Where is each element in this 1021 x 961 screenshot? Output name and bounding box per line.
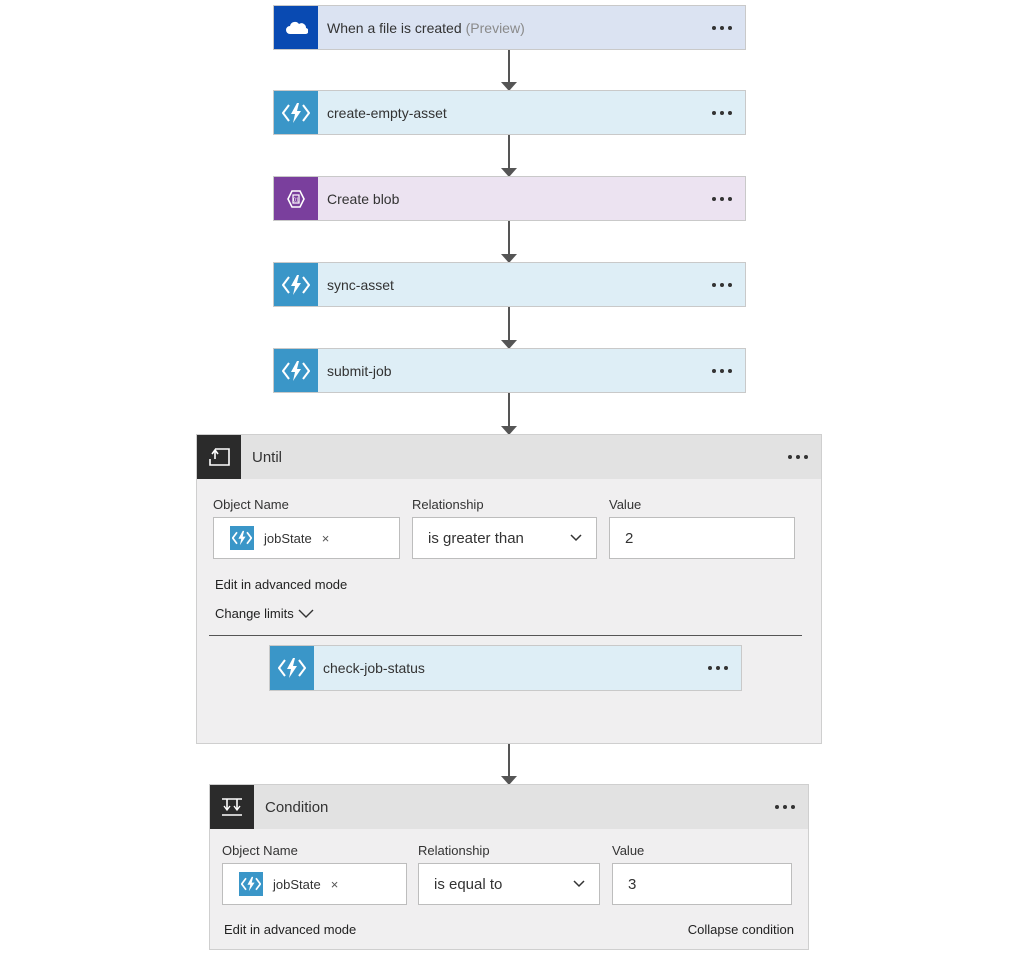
step-submit-job[interactable]: submit-job [273, 348, 746, 393]
trigger-more-button[interactable] [699, 6, 745, 49]
edit-advanced-link[interactable]: Edit in advanced mode [224, 922, 356, 937]
trigger-title: When a file is created [327, 19, 462, 36]
svg-text:01: 01 [293, 197, 299, 203]
token-label: jobState [264, 530, 312, 546]
value-text: 3 [628, 875, 637, 893]
onedrive-cloud-icon [274, 6, 318, 49]
chevron-down-icon [573, 880, 585, 888]
value-text: 2 [625, 529, 634, 547]
scope-divider [209, 635, 802, 636]
jobstate-token: jobState × [239, 872, 338, 896]
step-create-empty-asset[interactable]: create-empty-asset [273, 90, 746, 135]
value-label: Value [609, 497, 642, 512]
until-header[interactable]: Until [197, 435, 821, 479]
relationship-select[interactable]: is equal to [418, 863, 600, 905]
connector-arrow [501, 307, 517, 349]
relationship-label: Relationship [412, 497, 484, 512]
condition-header[interactable]: Condition [210, 785, 808, 829]
step-label: submit-job [327, 362, 392, 379]
object-name-field[interactable]: jobState × [213, 517, 400, 559]
object-name-label: Object Name [222, 843, 298, 858]
until-more-button[interactable] [775, 435, 821, 479]
value-label: Value [612, 843, 645, 858]
step-check-job-status[interactable]: check-job-status [269, 645, 742, 691]
change-limits-label: Change limits [215, 606, 294, 621]
step-label: sync-asset [327, 276, 394, 293]
object-name-field[interactable]: jobState × [222, 863, 407, 905]
value-input[interactable]: 2 [609, 517, 795, 559]
value-input[interactable]: 3 [612, 863, 792, 905]
step-more-button[interactable] [699, 263, 745, 306]
step-create-blob[interactable]: 01 Create blob [273, 176, 746, 221]
until-scope: Until Object Name Relationship Value job… [196, 434, 822, 744]
loop-icon [197, 435, 241, 479]
object-name-label: Object Name [213, 497, 289, 512]
connector-arrow [501, 50, 517, 91]
condition-more-button[interactable] [762, 785, 808, 829]
connector-arrow [501, 744, 517, 785]
remove-token-button[interactable]: × [331, 877, 339, 892]
token-label: jobState [273, 876, 321, 892]
step-label: create-empty-asset [327, 104, 447, 121]
until-title: Until [252, 448, 283, 466]
step-label: Create blob [327, 190, 400, 207]
chevron-down-icon [570, 534, 582, 542]
step-more-button[interactable] [699, 349, 745, 392]
relationship-value: is greater than [428, 529, 524, 547]
azure-function-icon [274, 263, 318, 306]
preview-tag: (Preview) [465, 19, 525, 36]
step-more-button[interactable] [695, 646, 741, 690]
condition-scope: Condition Object Name Relationship Value… [209, 784, 809, 950]
step-more-button[interactable] [699, 177, 745, 220]
edit-advanced-link[interactable]: Edit in advanced mode [215, 577, 347, 592]
azure-function-icon [274, 349, 318, 392]
condition-title: Condition [265, 798, 329, 816]
relationship-label: Relationship [418, 843, 490, 858]
step-sync-asset[interactable]: sync-asset [273, 262, 746, 307]
chevron-down-icon [298, 609, 314, 618]
azure-function-icon [239, 872, 263, 896]
storage-blob-icon: 01 [274, 177, 318, 220]
step-more-button[interactable] [699, 91, 745, 134]
condition-icon [210, 785, 254, 829]
collapse-condition-link[interactable]: Collapse condition [688, 922, 794, 937]
connector-arrow [501, 393, 517, 435]
relationship-value: is equal to [434, 875, 503, 893]
trigger-card[interactable]: When a file is created (Preview) [273, 5, 746, 50]
step-label: check-job-status [323, 660, 425, 676]
connector-arrow [501, 135, 517, 177]
change-limits-link[interactable]: Change limits [215, 606, 314, 621]
azure-function-icon [230, 526, 254, 550]
relationship-select[interactable]: is greater than [412, 517, 597, 559]
remove-token-button[interactable]: × [322, 531, 330, 546]
azure-function-icon [270, 646, 314, 690]
jobstate-token: jobState × [230, 526, 329, 550]
azure-function-icon [274, 91, 318, 134]
connector-arrow [501, 221, 517, 263]
trigger-label: When a file is created (Preview) [318, 6, 699, 49]
